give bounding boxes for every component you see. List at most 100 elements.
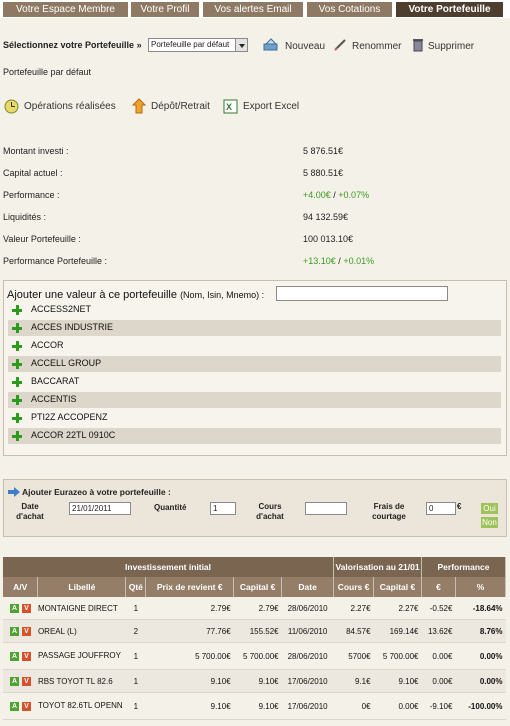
plus-icon (12, 305, 22, 315)
portfolio-select[interactable]: Portefeuille par défaut (148, 38, 248, 52)
suggestion-item[interactable]: ACCENTIS (8, 392, 501, 408)
sell-button[interactable]: V (21, 701, 31, 711)
sell-button[interactable]: V (21, 626, 31, 636)
buy-button[interactable]: A (9, 701, 19, 711)
table-group-header-row: Investissement initial Valorisation au 2… (3, 557, 507, 577)
operations-link[interactable]: Opérations réalisées (24, 101, 116, 112)
row-label[interactable]: OREAL (L) (37, 619, 126, 643)
table-row: AV OREAL (L) 2 77.76€ 155.52€ 11/06/2010… (3, 619, 506, 643)
suggestion-item[interactable]: ACCES INDUSTRIE (8, 320, 501, 336)
sell-button[interactable]: V (21, 603, 31, 613)
holdings-table: Investissement initial Valorisation au 2… (3, 557, 507, 720)
tab-espace-membre[interactable]: Votre Espace Membre (3, 2, 128, 17)
deposit-withdraw-link[interactable]: Dépôt/Retrait (151, 101, 210, 112)
row-current-capital: 2.27€ (373, 597, 422, 620)
col-header-label: Libellé (37, 577, 127, 597)
suggestion-item[interactable]: PTI2Z ACCOPENZ (8, 410, 501, 426)
stat-portfolio-value: 100 013.10€ (303, 234, 354, 244)
buy-button[interactable]: A (9, 651, 19, 661)
date-input[interactable]: 21/01/2011 (69, 502, 131, 515)
plus-icon (12, 413, 22, 423)
confirm-yes-button[interactable]: Oui (481, 503, 498, 514)
stat-portfolio-perf-value: +13.10€ / +0.01% (303, 256, 374, 266)
row-label[interactable]: RBS TOYOT TL 82.6 (37, 669, 126, 693)
suggestion-item[interactable]: ACCOR (8, 338, 501, 354)
row-perf-pct: 8.76% (455, 619, 506, 643)
sell-button[interactable]: V (21, 651, 31, 661)
export-excel-link[interactable]: Export Excel (243, 101, 299, 112)
add-value-search-input[interactable] (276, 286, 448, 301)
row-perf-eur: -9.10€ (421, 692, 456, 720)
suggestion-item[interactable]: BACCARAT (8, 374, 501, 390)
plus-icon (12, 341, 22, 351)
excel-icon[interactable]: X (223, 99, 238, 114)
table-row: AV PASSAGE JOUFFROY 1 5 700.00€ 5 700.00… (3, 642, 506, 670)
col-header-perf-pct: % (455, 577, 507, 597)
suggestion-label: ACCENTIS (31, 394, 77, 404)
buy-button[interactable]: A (9, 626, 19, 636)
row-label[interactable]: PASSAGE JOUFFROY (37, 642, 126, 670)
clock-icon[interactable] (4, 99, 19, 114)
sell-button[interactable]: V (21, 676, 31, 686)
upload-arrow-icon[interactable] (131, 98, 147, 114)
row-qty: 1 (125, 692, 146, 720)
price-input[interactable] (305, 502, 347, 515)
trash-icon[interactable] (412, 37, 426, 52)
add-eurazeo-title: Ajouter Eurazeo à votre portefeuille : (22, 487, 171, 497)
row-cost: 9.10€ (145, 692, 234, 720)
fees-label: Frais de courtage (372, 502, 406, 521)
portfolio-select-label: Sélectionnez votre Portefeuille » (3, 40, 142, 50)
group-header-initial: Investissement initial (3, 557, 335, 577)
suggestion-item[interactable]: ACCELL GROUP (8, 356, 501, 372)
buy-button[interactable]: A (9, 603, 19, 613)
row-cost: 77.76€ (145, 619, 234, 643)
tab-portefeuille[interactable]: Votre Portefeuille (396, 2, 503, 17)
tab-alertes-email[interactable]: Vos alertes Email (203, 2, 303, 17)
stat-portfolio-perf-eur: +13.10€ (303, 256, 336, 266)
rename-portfolio-link[interactable]: Renommer (352, 41, 401, 52)
new-portfolio-link[interactable]: Nouveau (285, 41, 325, 52)
stat-performance-value: +4.00€ / +0.07% (303, 190, 369, 200)
rename-pencil-icon[interactable] (333, 38, 347, 52)
quantity-input[interactable]: 1 (210, 502, 236, 515)
stat-portfolio-perf-label: Performance Portefeuille : (3, 256, 108, 266)
row-capital: 2.79€ (233, 597, 282, 620)
col-header-perf-eur: € (421, 577, 456, 597)
row-label[interactable]: MONTAIGNE DIRECT (37, 597, 126, 620)
row-date: 28/06/2010 (281, 642, 334, 670)
tab-cotations[interactable]: Vos Cotations (307, 2, 392, 17)
chevron-down-icon[interactable] (235, 39, 247, 51)
suggestion-item[interactable]: ACCOR 22TL 0910C (8, 428, 501, 444)
suggestion-label: ACCES INDUSTRIE (31, 322, 114, 332)
row-cost: 2.79€ (145, 597, 234, 620)
row-date: 17/06/2010 (281, 692, 334, 720)
row-perf-pct: -100.00% (455, 692, 506, 720)
row-capital: 155.52€ (233, 619, 282, 643)
delete-portfolio-link[interactable]: Supprimer (428, 41, 474, 52)
suggestion-label: ACCOR (31, 340, 64, 350)
stat-portfolio-value-label: Valeur Portefeuille : (3, 234, 81, 244)
stat-capital-value: 5 880.51€ (303, 168, 344, 178)
col-header-current-capital: Capital € (373, 577, 422, 597)
suggestion-item[interactable]: ACCESS2NET (8, 302, 501, 318)
fees-input[interactable]: 0 (426, 502, 456, 515)
row-qty: 1 (125, 642, 146, 670)
confirm-no-button[interactable]: Non (481, 517, 498, 528)
row-perf-pct: 0.00% (455, 669, 506, 693)
row-price: 0€ (333, 692, 374, 720)
table-row: AV RBS TOYOT TL 82.6 1 9.10€ 9.10€ 17/06… (3, 669, 506, 693)
row-current-capital: 169.14€ (373, 619, 422, 643)
row-date: 28/06/2010 (281, 597, 334, 620)
plus-icon (12, 359, 22, 369)
row-perf-pct: -18.64% (455, 597, 506, 620)
row-perf-pct: 0.00% (455, 642, 506, 670)
row-price: 2.27€ (333, 597, 374, 620)
tab-profil[interactable]: Votre Profil (131, 2, 199, 17)
new-portfolio-icon[interactable] (263, 38, 278, 52)
row-perf-eur: 0.00€ (421, 669, 456, 693)
stat-cash-label: Liquidités : (3, 212, 47, 222)
buy-button[interactable]: A (9, 676, 19, 686)
quantity-label: Quantité (154, 503, 187, 512)
row-label[interactable]: TOYOT 82.6TL OPENN (37, 692, 126, 720)
suggestion-label: ACCELL GROUP (31, 358, 102, 368)
